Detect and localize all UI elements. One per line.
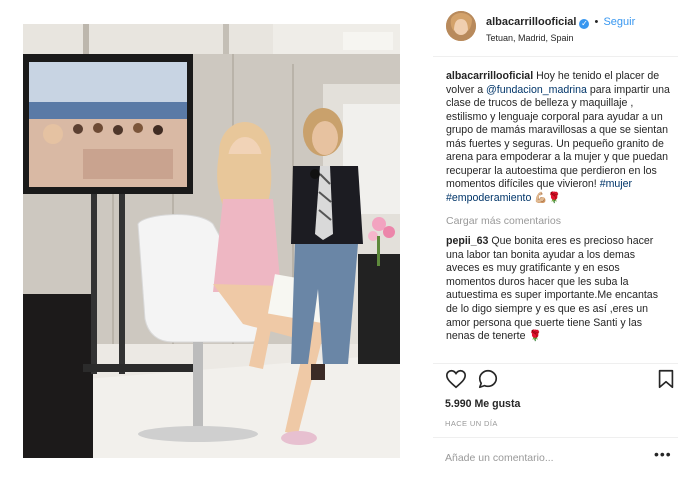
- comment-input-divider: [433, 437, 678, 438]
- verified-badge-icon: ✓: [579, 19, 590, 29]
- post-photo-illustration: [23, 24, 400, 458]
- comment-text: Que bonita eres es precioso hacer una la…: [446, 235, 658, 343]
- comment-input[interactable]: [445, 450, 645, 466]
- post-header: albacarrillooficial ✓ • Seguir Tetuan, Ma…: [433, 0, 678, 56]
- bookmark-icon: [658, 369, 674, 389]
- caption-emoji: 💪🏼🌹: [534, 191, 561, 204]
- comment-button[interactable]: [477, 368, 499, 390]
- comment-item: pepii_63 Que bonita eres es precioso hac…: [446, 235, 670, 344]
- comments-list[interactable]: albacarrillooficial Hoy he tenido el pla…: [446, 70, 670, 368]
- follow-button[interactable]: Seguir: [603, 16, 635, 28]
- save-button[interactable]: [655, 368, 677, 390]
- load-more-comments-button[interactable]: Cargar más comentarios: [446, 215, 670, 227]
- caption-mention[interactable]: @fundacion_madrina: [486, 84, 587, 96]
- comment-username[interactable]: pepii_63: [446, 235, 488, 247]
- username-row: albacarrillooficial ✓ • Seguir: [486, 16, 635, 29]
- caption-body: para impartir una clase de trucos de bel…: [446, 83, 670, 191]
- post-caption: albacarrillooficial Hoy he tenido el pla…: [446, 70, 670, 205]
- likes-count[interactable]: 5.990 Me gusta: [445, 398, 520, 410]
- actions-divider: [433, 363, 678, 364]
- profile-photo-icon[interactable]: [446, 11, 476, 41]
- speech-bubble-icon: [478, 369, 498, 389]
- location-link[interactable]: Tetuan, Madrid, Spain: [486, 33, 574, 43]
- caption-username[interactable]: albacarrillooficial: [446, 70, 533, 82]
- post-timestamp[interactable]: HACE UN DÍA: [445, 419, 498, 428]
- action-bar: [433, 368, 678, 392]
- more-options-button[interactable]: •••: [654, 447, 672, 461]
- header-divider: [433, 56, 678, 57]
- author-username[interactable]: albacarrillooficial: [486, 16, 576, 28]
- heart-icon: [446, 369, 466, 389]
- like-button[interactable]: [445, 368, 467, 390]
- separator-dot: •: [594, 16, 599, 28]
- instagram-post-card: albacarrillooficial ✓ • Seguir Tetuan, Ma…: [22, 0, 678, 478]
- post-photo[interactable]: [23, 24, 400, 458]
